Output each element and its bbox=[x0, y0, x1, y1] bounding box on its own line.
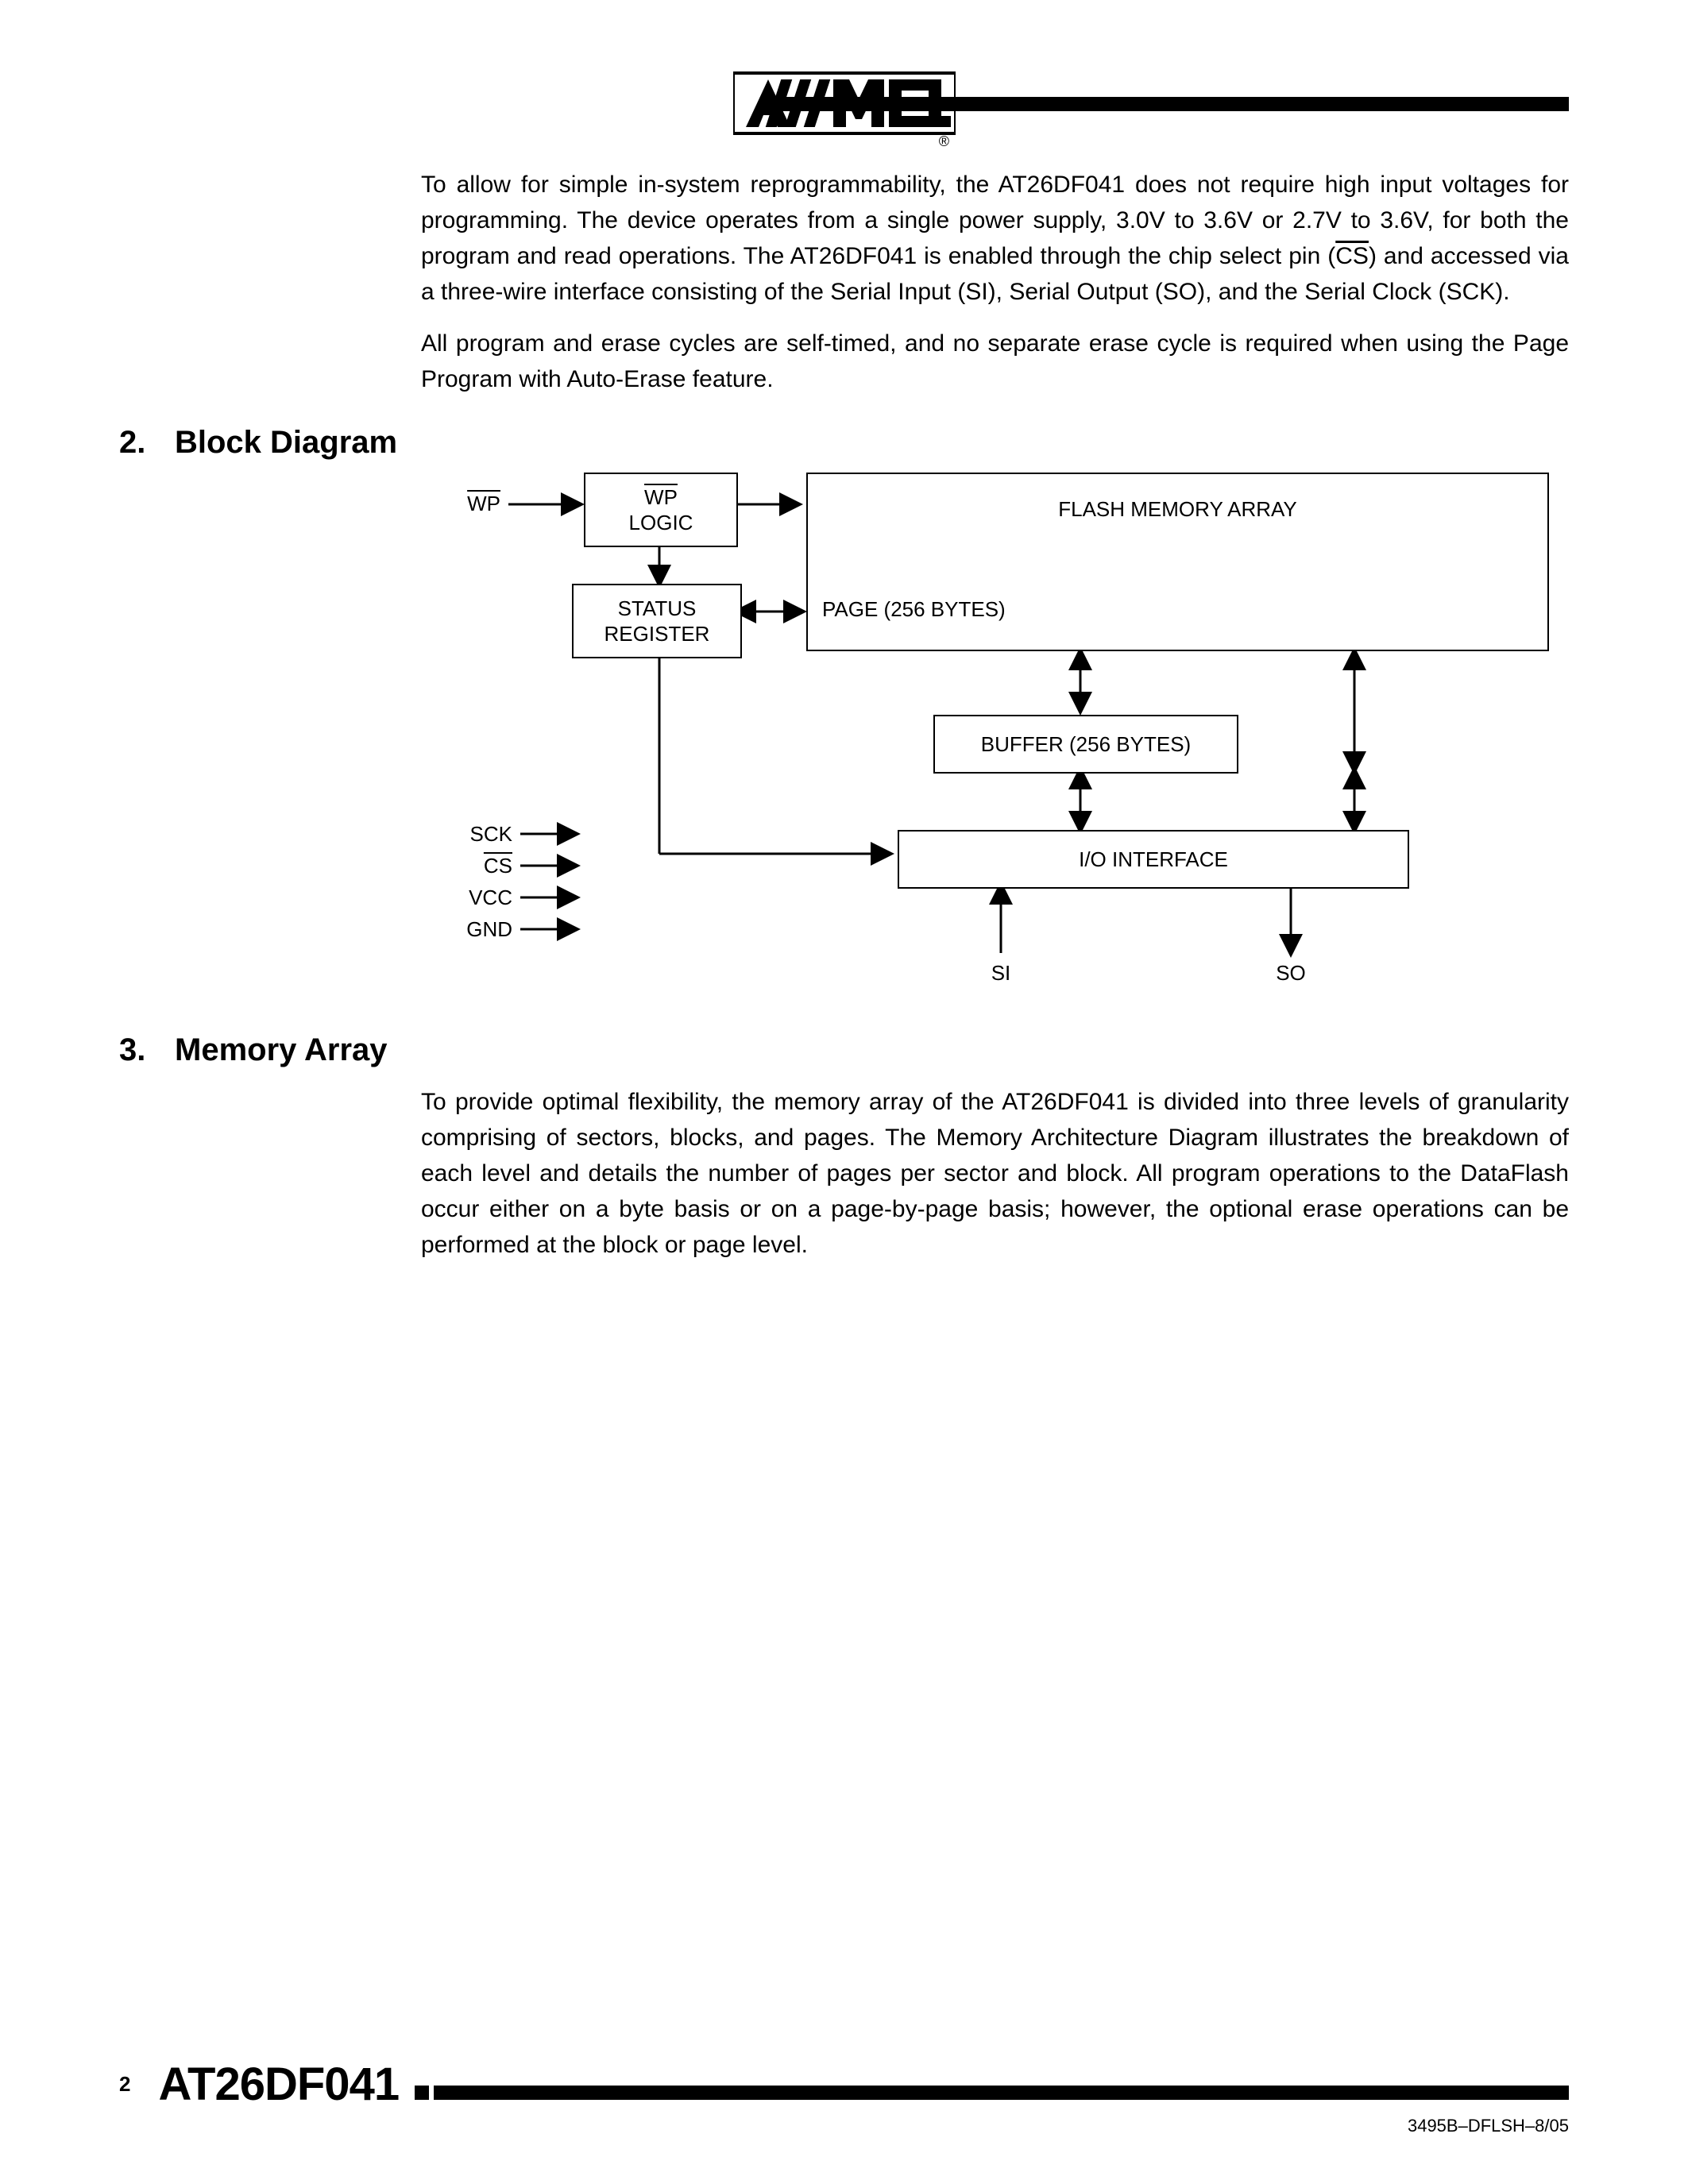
gnd-label: GND bbox=[445, 917, 512, 942]
flash-memory-label: FLASH MEMORY ARRAY bbox=[1058, 496, 1297, 523]
footer-page-number: 2 bbox=[119, 2072, 130, 2097]
cs-overline: CS bbox=[1335, 243, 1369, 269]
sck-label: SCK bbox=[445, 822, 512, 847]
page-footer: 2 AT26DF041 3495B–DFLSH–8/05 bbox=[119, 2058, 1569, 2136]
vcc-label: VCC bbox=[445, 886, 512, 910]
section-2-number: 2. bbox=[119, 425, 175, 461]
footer-part-number: AT26DF041 bbox=[158, 2058, 399, 2111]
page-label: PAGE (256 BYTES) bbox=[822, 597, 1006, 622]
intro-block: To allow for simple in-system reprogramm… bbox=[421, 167, 1569, 397]
section-3-heading: 3. Memory Array bbox=[119, 1032, 1569, 1068]
footer-rule-square bbox=[415, 2086, 429, 2100]
block-diagram: WP WP LOGIC STATUS REGISTER FLASH MEMORY… bbox=[421, 473, 1569, 1005]
status-register-label-bot: REGISTER bbox=[605, 621, 710, 647]
si-label: SI bbox=[989, 961, 1013, 986]
section-3-number: 3. bbox=[119, 1032, 175, 1068]
buffer-box: BUFFER (256 BYTES) bbox=[933, 715, 1238, 774]
registered-mark-text: ® bbox=[938, 133, 948, 149]
wp-logic-label-top: WP bbox=[644, 484, 678, 511]
io-interface-box: I/O INTERFACE bbox=[898, 830, 1409, 889]
cs-label: CS bbox=[445, 854, 512, 878]
io-interface-label: I/O INTERFACE bbox=[1079, 847, 1228, 873]
wp-logic-box: WP LOGIC bbox=[584, 473, 738, 547]
section-3-title: Memory Array bbox=[175, 1032, 388, 1068]
so-label: SO bbox=[1275, 961, 1307, 986]
status-register-label-top: STATUS bbox=[618, 596, 697, 622]
header-rule bbox=[763, 97, 1569, 111]
footer-top-row: 2 AT26DF041 bbox=[119, 2058, 1569, 2111]
footer-rule bbox=[434, 2086, 1569, 2100]
memory-array-block: To provide optimal flexibility, the memo… bbox=[421, 1084, 1569, 1263]
section-2-heading: 2. Block Diagram bbox=[119, 425, 1569, 461]
memory-array-paragraph: To provide optimal flexibility, the memo… bbox=[421, 1084, 1569, 1263]
status-register-box: STATUS REGISTER bbox=[572, 584, 742, 658]
wp-logic-label-bot: LOGIC bbox=[629, 510, 693, 536]
intro-paragraph-1: To allow for simple in-system reprogramm… bbox=[421, 167, 1569, 310]
flash-memory-box: FLASH MEMORY ARRAY bbox=[806, 473, 1549, 651]
wp-pin-label: WP bbox=[445, 492, 500, 516]
section-2-title: Block Diagram bbox=[175, 425, 397, 461]
intro-paragraph-2: All program and erase cycles are self-ti… bbox=[421, 326, 1569, 397]
page-container: ® To allow for simple in-system reprogra… bbox=[0, 0, 1688, 2184]
buffer-label: BUFFER (256 BYTES) bbox=[981, 731, 1191, 758]
page-header: ® bbox=[119, 56, 1569, 151]
footer-docid: 3495B–DFLSH–8/05 bbox=[119, 2116, 1569, 2136]
